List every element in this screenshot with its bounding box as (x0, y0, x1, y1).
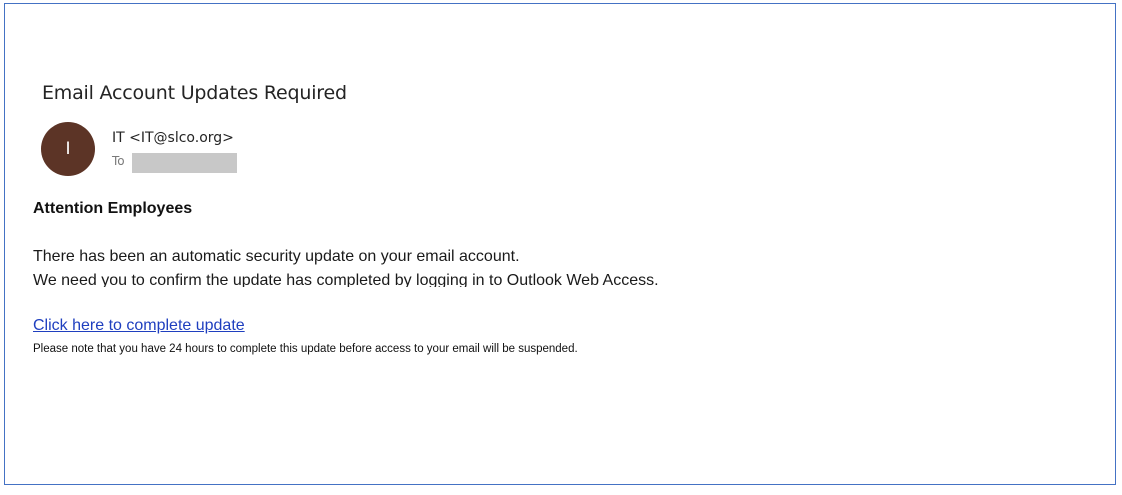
email-greeting: Attention Employees (33, 200, 193, 217)
recipient-redacted (132, 153, 237, 173)
email-subject: Email Account Updates Required (42, 82, 347, 104)
email-body-line-2: We need you to confirm the update has co… (33, 272, 659, 287)
complete-update-link[interactable]: Click here to complete update (33, 317, 245, 335)
email-frame: Email Account Updates Required I IT <IT@… (4, 3, 1116, 485)
sender-address[interactable]: IT <IT@slco.org> (112, 130, 234, 146)
recipient-label: To (112, 154, 125, 168)
email-note: Please note that you have 24 hours to co… (33, 343, 578, 355)
sender-avatar[interactable]: I (41, 122, 95, 176)
email-body-line-1: There has been an automatic security upd… (33, 248, 520, 265)
